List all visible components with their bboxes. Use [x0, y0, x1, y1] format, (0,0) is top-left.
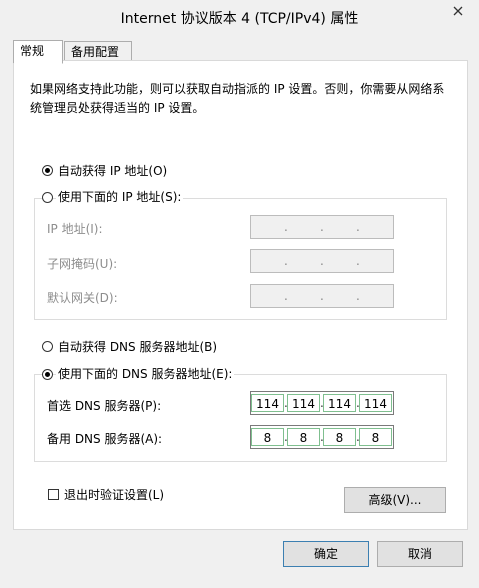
- default-gateway-segment: [323, 287, 356, 305]
- preferred-dns-segment[interactable]: 114: [323, 394, 356, 412]
- subnet-mask-segment: [359, 252, 392, 270]
- subnet-mask-segment: [323, 252, 356, 270]
- dns-manual-radio[interactable]: [42, 369, 53, 380]
- ip-address-segment: [323, 218, 356, 236]
- cancel-button[interactable]: 取消: [377, 541, 463, 567]
- preferred-dns-label: 首选 DNS 服务器(P):: [47, 399, 162, 413]
- ip-address-label: IP 地址(I):: [47, 222, 103, 236]
- alternate-dns-label: 备用 DNS 服务器(A):: [47, 432, 163, 446]
- default-gateway-segment: [287, 287, 320, 305]
- tab-alternate-config-label: 备用配置: [71, 45, 120, 59]
- dns-auto-label[interactable]: 自动获得 DNS 服务器地址(B): [58, 338, 217, 355]
- advanced-button-label: 高级(V)...: [368, 493, 422, 507]
- ip-address-segment: [287, 218, 320, 236]
- alternate-dns-segment[interactable]: 8: [359, 428, 392, 446]
- ok-button-label: 确定: [313, 547, 338, 561]
- ip-manual-radio[interactable]: [42, 192, 53, 203]
- ip-auto-radio[interactable]: [42, 165, 53, 176]
- description-text: 如果网络支持此功能，则可以获取自动指派的 IP 设置。否则，你需要从网络系统管理…: [30, 82, 445, 115]
- ok-button[interactable]: 确定: [283, 541, 369, 567]
- ip-address-field: . . .: [250, 215, 394, 239]
- preferred-dns-segment[interactable]: 114: [251, 394, 284, 412]
- ip-auto-label[interactable]: 自动获得 IP 地址(O): [58, 162, 167, 179]
- subnet-mask-field: . . .: [250, 249, 394, 273]
- ip-address-segment: [251, 218, 284, 236]
- subnet-mask-segment: [251, 252, 284, 270]
- tab-general[interactable]: 常规: [13, 40, 63, 64]
- close-button[interactable]: [444, 0, 472, 22]
- advanced-button[interactable]: 高级(V)...: [344, 487, 446, 513]
- alternate-dns-segment[interactable]: 8: [323, 428, 356, 446]
- ip-address-segment: [359, 218, 392, 236]
- cancel-button-label: 取消: [407, 547, 432, 561]
- close-icon: [453, 6, 463, 16]
- default-gateway-field: . . .: [250, 284, 394, 308]
- subnet-mask-label: 子网掩码(U):: [47, 257, 118, 271]
- validate-label[interactable]: 退出时验证设置(L): [64, 486, 164, 503]
- tab-general-label: 常规: [20, 44, 45, 58]
- default-gateway-label: 默认网关(D):: [47, 291, 118, 305]
- default-gateway-segment: [251, 287, 284, 305]
- dns-auto-radio[interactable]: [42, 341, 53, 352]
- preferred-dns-field[interactable]: 114 . 114 . 114 . 114: [250, 391, 394, 415]
- alternate-dns-segment[interactable]: 8: [251, 428, 284, 446]
- preferred-dns-segment[interactable]: 114: [359, 394, 392, 412]
- window-title: Internet 协议版本 4 (TCP/IPv4) 属性: [120, 11, 359, 27]
- default-gateway-segment: [359, 287, 392, 305]
- alternate-dns-field[interactable]: 8 . 8 . 8 . 8: [250, 425, 394, 449]
- alternate-dns-segment[interactable]: 8: [287, 428, 320, 446]
- subnet-mask-segment: [287, 252, 320, 270]
- dns-manual-label[interactable]: 使用下面的 DNS 服务器地址(E):: [56, 365, 235, 382]
- ip-manual-label[interactable]: 使用下面的 IP 地址(S):: [56, 188, 184, 205]
- validate-checkbox[interactable]: [48, 489, 59, 500]
- title-bar: Internet 协议版本 4 (TCP/IPv4) 属性: [0, 0, 479, 33]
- preferred-dns-segment[interactable]: 114: [287, 394, 320, 412]
